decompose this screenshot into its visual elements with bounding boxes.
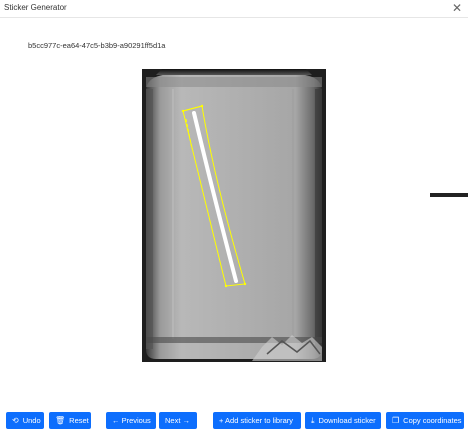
download-icon: ⤓	[311, 416, 315, 425]
title-bar: Sticker Generator ✕	[0, 0, 468, 18]
reset-button[interactable]: 🗑 Reset	[49, 412, 91, 429]
undo-button[interactable]: ⟲ Undo	[6, 412, 44, 429]
next-label: Next →	[165, 416, 191, 425]
toolbar: ⟲ Undo 🗑 Reset ← Previous Next → + Add s…	[0, 412, 468, 429]
copy-icon: ❐	[392, 416, 400, 425]
undo-icon: ⟲	[12, 416, 19, 425]
image-id: b5cc977c-ea64-47c5-b3b9-a90291ff5d1a	[28, 41, 166, 50]
add-sticker-label: + Add sticker to library	[219, 416, 293, 425]
image-canvas[interactable]	[142, 69, 326, 362]
close-icon[interactable]: ✕	[450, 1, 464, 15]
download-sticker-button[interactable]: ⤓ Download sticker	[305, 412, 381, 429]
previous-label: ← Previous	[112, 416, 151, 425]
vial-image	[142, 69, 326, 362]
copy-coordinates-button[interactable]: ❐ Copy coordinates	[386, 412, 464, 429]
reset-label: Reset	[69, 416, 89, 425]
add-sticker-button[interactable]: + Add sticker to library	[213, 412, 301, 429]
copy-label: Copy coordinates	[403, 416, 462, 425]
trash-icon: 🗑	[55, 416, 66, 425]
side-divider	[430, 193, 468, 197]
next-button[interactable]: Next →	[159, 412, 197, 429]
window-title: Sticker Generator	[4, 3, 67, 12]
undo-label: Undo	[22, 416, 41, 425]
previous-button[interactable]: ← Previous	[106, 412, 156, 429]
download-label: Download sticker	[318, 416, 376, 425]
